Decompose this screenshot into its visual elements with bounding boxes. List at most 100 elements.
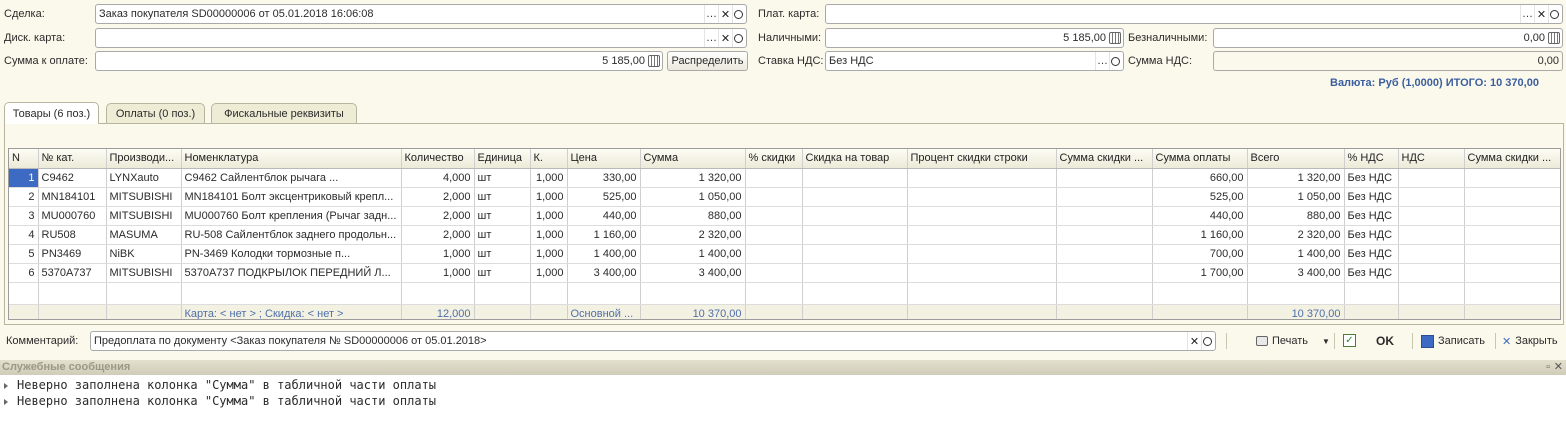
table-cell[interactable] xyxy=(1464,244,1560,264)
pin-icon[interactable]: ▫ xyxy=(1546,360,1550,375)
expand-icon[interactable] xyxy=(4,398,8,405)
table-cell[interactable]: 1 050,00 xyxy=(640,187,746,207)
calculator-icon[interactable] xyxy=(648,55,660,67)
table-cell[interactable]: 880,00 xyxy=(640,206,746,226)
table-cell[interactable]: LYNXauto xyxy=(106,168,182,188)
table-cell[interactable]: PN3469 xyxy=(38,244,107,264)
table-cell[interactable] xyxy=(1056,225,1153,245)
table-cell[interactable] xyxy=(907,263,1057,283)
cashless-field[interactable]: 0,00 xyxy=(1213,28,1563,48)
table-cell[interactable] xyxy=(1464,282,1560,305)
table-cell[interactable]: Без НДС xyxy=(1344,168,1399,188)
table-cell[interactable]: 2 320,00 xyxy=(1247,225,1345,245)
table-cell[interactable] xyxy=(1056,206,1153,226)
col-header[interactable]: Всего xyxy=(1247,149,1345,169)
table-cell[interactable]: 2,000 xyxy=(401,187,475,207)
table-cell[interactable]: 3 400,00 xyxy=(640,263,746,283)
table-cell[interactable]: C9462 Сайлентблок рычага ... xyxy=(181,168,402,188)
table-cell[interactable]: шт xyxy=(474,187,531,207)
table-row[interactable]: 4 RU508 MASUMA RU-508 Сайлентблок заднего п… xyxy=(9,225,1560,245)
table-cell[interactable]: 1,000 xyxy=(530,206,568,226)
table-cell[interactable]: PN-3469 Колодки тормозные п... xyxy=(181,244,402,264)
cash-field[interactable]: 5 185,00 xyxy=(825,28,1124,48)
clear-icon[interactable]: ✕ xyxy=(1187,332,1201,350)
table-cell[interactable]: 2,000 xyxy=(401,206,475,226)
col-header[interactable]: НДС xyxy=(1398,149,1465,169)
col-header[interactable]: N xyxy=(9,149,39,169)
table-cell[interactable]: 1 xyxy=(9,168,39,188)
table-cell[interactable] xyxy=(907,206,1057,226)
table-cell[interactable] xyxy=(1398,225,1465,245)
table-row[interactable]: 2 MN184101 MITSUBISHI MN184101 Болт эксцент… xyxy=(9,187,1560,207)
table-cell[interactable]: MITSUBISHI xyxy=(106,187,182,207)
table-cell[interactable]: 525,00 xyxy=(1152,187,1248,207)
table-cell[interactable] xyxy=(745,168,803,188)
table-cell[interactable]: 660,00 xyxy=(1152,168,1248,188)
table-row[interactable]: 3 MU000760 MITSUBISHI MU000760 Болт креплен… xyxy=(9,206,1560,226)
table-cell[interactable]: Без НДС xyxy=(1344,206,1399,226)
table-cell[interactable]: 5370A737 ПОДКРЫЛОК ПЕРЕДНИЙ Л... xyxy=(181,263,402,283)
table-cell[interactable]: 4,000 xyxy=(401,168,475,188)
calculator-icon[interactable] xyxy=(1548,32,1560,44)
table-cell[interactable] xyxy=(1056,187,1153,207)
col-header[interactable]: % скидки xyxy=(745,149,803,169)
table-cell[interactable]: 1 700,00 xyxy=(1152,263,1248,283)
table-cell[interactable]: 2,000 xyxy=(401,225,475,245)
calculator-icon[interactable] xyxy=(1109,32,1121,44)
search-icon[interactable] xyxy=(1201,332,1215,350)
col-header[interactable]: Количество xyxy=(401,149,475,169)
table-cell[interactable]: 5 xyxy=(9,244,39,264)
close-button[interactable]: ✕ Закрыть xyxy=(1502,333,1558,349)
comment-field[interactable]: Предоплата по документу <Заказ покупател… xyxy=(90,331,1216,351)
table-cell[interactable]: 6 xyxy=(9,263,39,283)
table-cell[interactable]: RU-508 Сайлентблок заднего продольн... xyxy=(181,225,402,245)
select-button[interactable]: … xyxy=(704,29,718,47)
table-cell[interactable] xyxy=(38,282,107,305)
table-cell[interactable] xyxy=(1398,263,1465,283)
table-cell[interactable]: MITSUBISHI xyxy=(106,206,182,226)
table-cell[interactable] xyxy=(1464,187,1560,207)
table-cell[interactable]: шт xyxy=(474,206,531,226)
print-button[interactable]: Печать ▼ xyxy=(1256,333,1330,349)
table-cell[interactable]: 1,000 xyxy=(401,263,475,283)
table-cell[interactable]: Без НДС xyxy=(1344,244,1399,264)
tab-goods[interactable]: Товары (6 поз.) xyxy=(4,102,99,124)
expand-icon[interactable] xyxy=(4,382,8,389)
table-cell[interactable]: 1 400,00 xyxy=(640,244,746,264)
table-cell[interactable]: 1 400,00 xyxy=(1247,244,1345,264)
table-cell[interactable] xyxy=(802,168,908,188)
pay-card-field[interactable]: … ✕ xyxy=(825,4,1563,24)
table-cell[interactable] xyxy=(9,282,39,305)
close-icon[interactable]: ✕ xyxy=(1554,360,1563,375)
col-header[interactable]: Номенклатура xyxy=(181,149,402,169)
table-cell[interactable] xyxy=(181,282,402,305)
table-cell[interactable]: 440,00 xyxy=(1152,206,1248,226)
table-cell[interactable] xyxy=(907,282,1057,305)
table-cell[interactable] xyxy=(745,263,803,283)
table-cell[interactable] xyxy=(745,206,803,226)
table-cell[interactable] xyxy=(1056,282,1153,305)
table-cell[interactable]: 525,00 xyxy=(567,187,641,207)
clear-icon[interactable]: ✕ xyxy=(1534,5,1548,23)
col-header[interactable]: Цена xyxy=(567,149,641,169)
col-header[interactable]: Сумма скидки ... xyxy=(1056,149,1153,169)
table-cell[interactable]: 2 xyxy=(9,187,39,207)
table-cell[interactable] xyxy=(802,187,908,207)
table-cell[interactable]: 1 400,00 xyxy=(567,244,641,264)
table-cell[interactable]: MU000760 xyxy=(38,206,107,226)
table-cell[interactable] xyxy=(640,282,746,305)
table-cell[interactable]: MN184101 xyxy=(38,187,107,207)
table-cell[interactable] xyxy=(1056,263,1153,283)
table-cell[interactable] xyxy=(474,282,531,305)
table-cell[interactable]: MASUMA xyxy=(106,225,182,245)
disc-card-field[interactable]: … ✕ xyxy=(95,28,747,48)
save-button[interactable]: Записать xyxy=(1421,333,1485,349)
table-cell[interactable] xyxy=(802,225,908,245)
distribute-button[interactable]: Распределить xyxy=(667,51,748,71)
col-header[interactable]: Сумма оплаты xyxy=(1152,149,1248,169)
table-cell[interactable]: 440,00 xyxy=(567,206,641,226)
tab-payments[interactable]: Оплаты (0 поз.) xyxy=(106,103,205,123)
table-cell[interactable]: 1,000 xyxy=(530,225,568,245)
table-cell[interactable]: 1 320,00 xyxy=(1247,168,1345,188)
table-cell[interactable] xyxy=(907,244,1057,264)
